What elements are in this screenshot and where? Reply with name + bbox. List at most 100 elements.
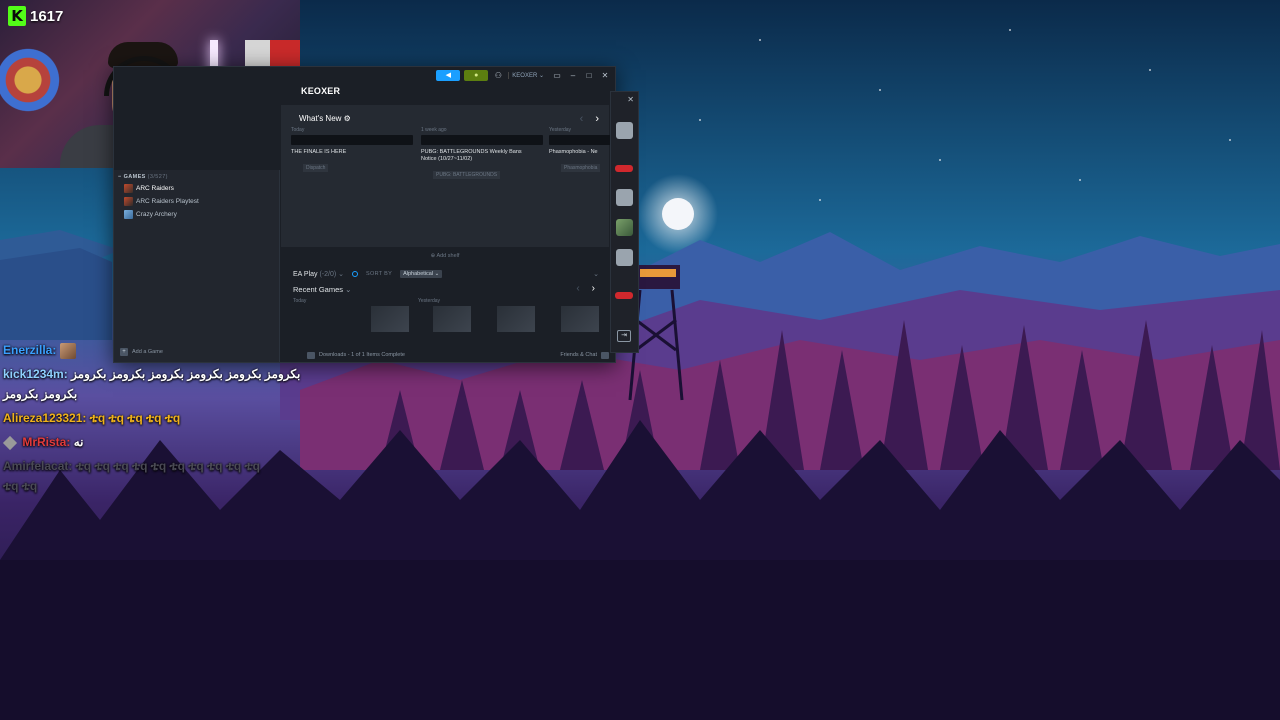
friends-icon[interactable]: ⚇ <box>492 71 504 80</box>
profile-nav-title[interactable]: KEOXER <box>301 81 340 101</box>
news-banner <box>549 135 611 145</box>
friend-avatar[interactable] <box>616 249 633 266</box>
account-menu[interactable]: KEOXER ⌄ <box>508 71 547 79</box>
announcements-button[interactable]: ◀ <box>436 69 461 81</box>
downloads-label: Downloads - 1 of 1 Items Complete <box>319 352 405 358</box>
chevron-down-icon: ⌄ <box>345 285 352 294</box>
viewer-count: 1617 <box>30 7 64 25</box>
news-when: 1 week ago <box>421 127 447 133</box>
title-bar: ◀ ● ⚇ KEOXER ⌄ ▭ – □ ✕ <box>301 67 615 83</box>
badge-icon <box>2 435 18 450</box>
friends-chat-button[interactable]: Friends & Chat <box>560 351 609 359</box>
close-icon[interactable]: ✕ <box>627 95 634 104</box>
game-label: Crazy Archery <box>136 211 177 218</box>
big-picture-icon[interactable]: ▭ <box>551 71 563 80</box>
notifications-button[interactable]: ● <box>464 69 489 81</box>
news-game-tag[interactable]: Phasmophobia <box>561 164 601 173</box>
chevron-right-icon[interactable]: › <box>592 283 595 294</box>
chat-text: نه <box>73 435 84 449</box>
chat-text: ቴq ቴq ቴq ቴq ቴq <box>89 411 181 425</box>
news-card[interactable]: Yesterday Phasmophobia - Ne Phasmophobia <box>549 127 611 174</box>
whats-new-shelf: What's New ⚙ ‹ › Today THE FINALE IS HER… <box>281 105 611 247</box>
kick-logo-icon: K <box>8 6 26 26</box>
game-cover[interactable] <box>371 306 409 332</box>
news-headline: THE FINALE IS HERE <box>291 149 347 155</box>
arc-raiders-playtest-icon <box>124 197 133 206</box>
add-shelf-button[interactable]: ⊕ Add shelf <box>281 253 609 259</box>
recent-games-title: Recent Games <box>293 285 344 294</box>
chevron-down-icon: ⌄ <box>338 271 345 278</box>
shelf-name: EA Play <box>293 271 318 278</box>
news-banner <box>291 135 413 145</box>
library-home: What's New ⚙ ‹ › Today THE FINALE IS HER… <box>281 105 611 348</box>
chevron-left-icon[interactable]: ‹ <box>576 283 579 294</box>
emote-image <box>59 342 76 359</box>
news-headline: PUBG: BATTLEGROUNDS Weekly Bans Notice (… <box>421 149 522 163</box>
gear-icon[interactable]: ⚙ <box>344 114 351 123</box>
chat-message: MrRista: نه <box>2 432 303 452</box>
chevron-left-icon[interactable]: ‹ <box>580 113 584 125</box>
shelf-count: (-2/0) <box>319 271 337 278</box>
friend-avatar[interactable] <box>616 189 633 206</box>
chat-username: Amirfelacat: <box>3 459 73 473</box>
shelf-options-icon[interactable]: ⌄ <box>593 270 599 278</box>
chat-username: Alireza123321: <box>3 411 87 425</box>
game-label: ARC Raiders Playtest <box>136 198 199 205</box>
news-headline: Phasmophobia - Ne <box>549 149 598 155</box>
plus-circle-icon: ⊕ <box>430 253 436 259</box>
library-sidebar: − GAMES (3/527) ARC Raiders ARC Raiders … <box>114 170 280 362</box>
viewer-counter: K 1617 <box>8 6 63 26</box>
game-cover[interactable] <box>433 306 471 332</box>
games-section-title: GAMES <box>123 174 146 180</box>
games-section-count: (3/527) <box>147 174 168 180</box>
minimize-button[interactable]: – <box>567 71 579 80</box>
news-game-tag[interactable]: PUBG: BATTLEGROUNDS <box>433 171 501 180</box>
arc-raiders-icon <box>124 184 133 193</box>
friends-panel: ✕ ⇥ <box>610 91 639 353</box>
recent-when-yesterday: Yesterday <box>418 298 441 304</box>
steam-window: ◀ ● ⚇ KEOXER ⌄ ▭ – □ ✕ KEOXER − GAMES (3… <box>113 66 616 363</box>
games-section-header[interactable]: − GAMES (3/527) <box>114 170 279 182</box>
maximize-button[interactable]: □ <box>583 71 595 80</box>
sidebar-game-arc-raiders[interactable]: ARC Raiders <box>114 182 279 195</box>
whats-new-nav: ‹ › <box>580 113 599 125</box>
news-card[interactable]: 1 week ago PUBG: BATTLEGROUNDS Weekly Ba… <box>421 127 543 181</box>
chat-message: kick1234m: بکرومز بکرومز بکرومز بکرومز ب… <box>3 364 303 404</box>
chevron-right-icon[interactable]: › <box>595 113 599 125</box>
chat-username: Enerzilla: <box>3 343 57 357</box>
chat-username: kick1234m: <box>3 367 68 381</box>
sidebar-game-crazy-archery[interactable]: Crazy Archery <box>114 208 279 221</box>
friend-avatar[interactable] <box>616 219 633 236</box>
crazy-archery-icon <box>124 210 133 219</box>
exit-icon[interactable]: ⇥ <box>617 330 631 342</box>
sort-by-value: Alphabetical <box>403 271 434 277</box>
news-game-tag[interactable]: Dispatch <box>303 164 329 173</box>
chat-message: Alireza123321: ቴq ቴq ቴq ቴq ቴq <box>3 408 303 428</box>
download-icon <box>307 351 315 359</box>
sidebar-game-arc-raiders-playtest[interactable]: ARC Raiders Playtest <box>114 195 279 208</box>
chat-icon <box>601 351 609 359</box>
notification-badge <box>615 292 633 299</box>
whats-new-title: What's New ⚙ <box>299 114 351 123</box>
chat-username: MrRista: <box>22 435 71 449</box>
shelf-toolbar: EA Play (-2/0) ⌄ SORT BY Alphabetical ⌄ … <box>293 268 599 280</box>
close-button[interactable]: ✕ <box>599 71 611 80</box>
friend-avatar[interactable] <box>616 122 633 139</box>
game-cover[interactable] <box>561 306 599 332</box>
downloads-status[interactable]: Downloads - 1 of 1 Items Complete <box>307 351 405 359</box>
sort-by-label: SORT BY <box>366 271 393 277</box>
recent-games-nav: ‹ › <box>576 283 595 294</box>
notification-badge <box>615 165 633 172</box>
sort-by-select[interactable]: Alphabetical ⌄ <box>400 270 443 278</box>
wall-decoration <box>0 20 70 140</box>
shelf-status-icon <box>352 271 359 277</box>
chat-message: Enerzilla: <box>3 340 303 364</box>
game-cover[interactable] <box>497 306 535 332</box>
news-when: Yesterday <box>549 127 572 133</box>
shelf-selector[interactable]: EA Play (-2/0) ⌄ <box>293 270 344 278</box>
recent-games-header[interactable]: Recent Games ⌄ <box>293 285 351 294</box>
news-card[interactable]: Today THE FINALE IS HERE Dispatch <box>291 127 413 174</box>
stream-chat: Enerzilla: kick1234m: بکرومز بکرومز بکرو… <box>2 340 303 496</box>
megaphone-icon: ◀ <box>445 72 451 79</box>
friends-chat-label: Friends & Chat <box>560 352 597 358</box>
